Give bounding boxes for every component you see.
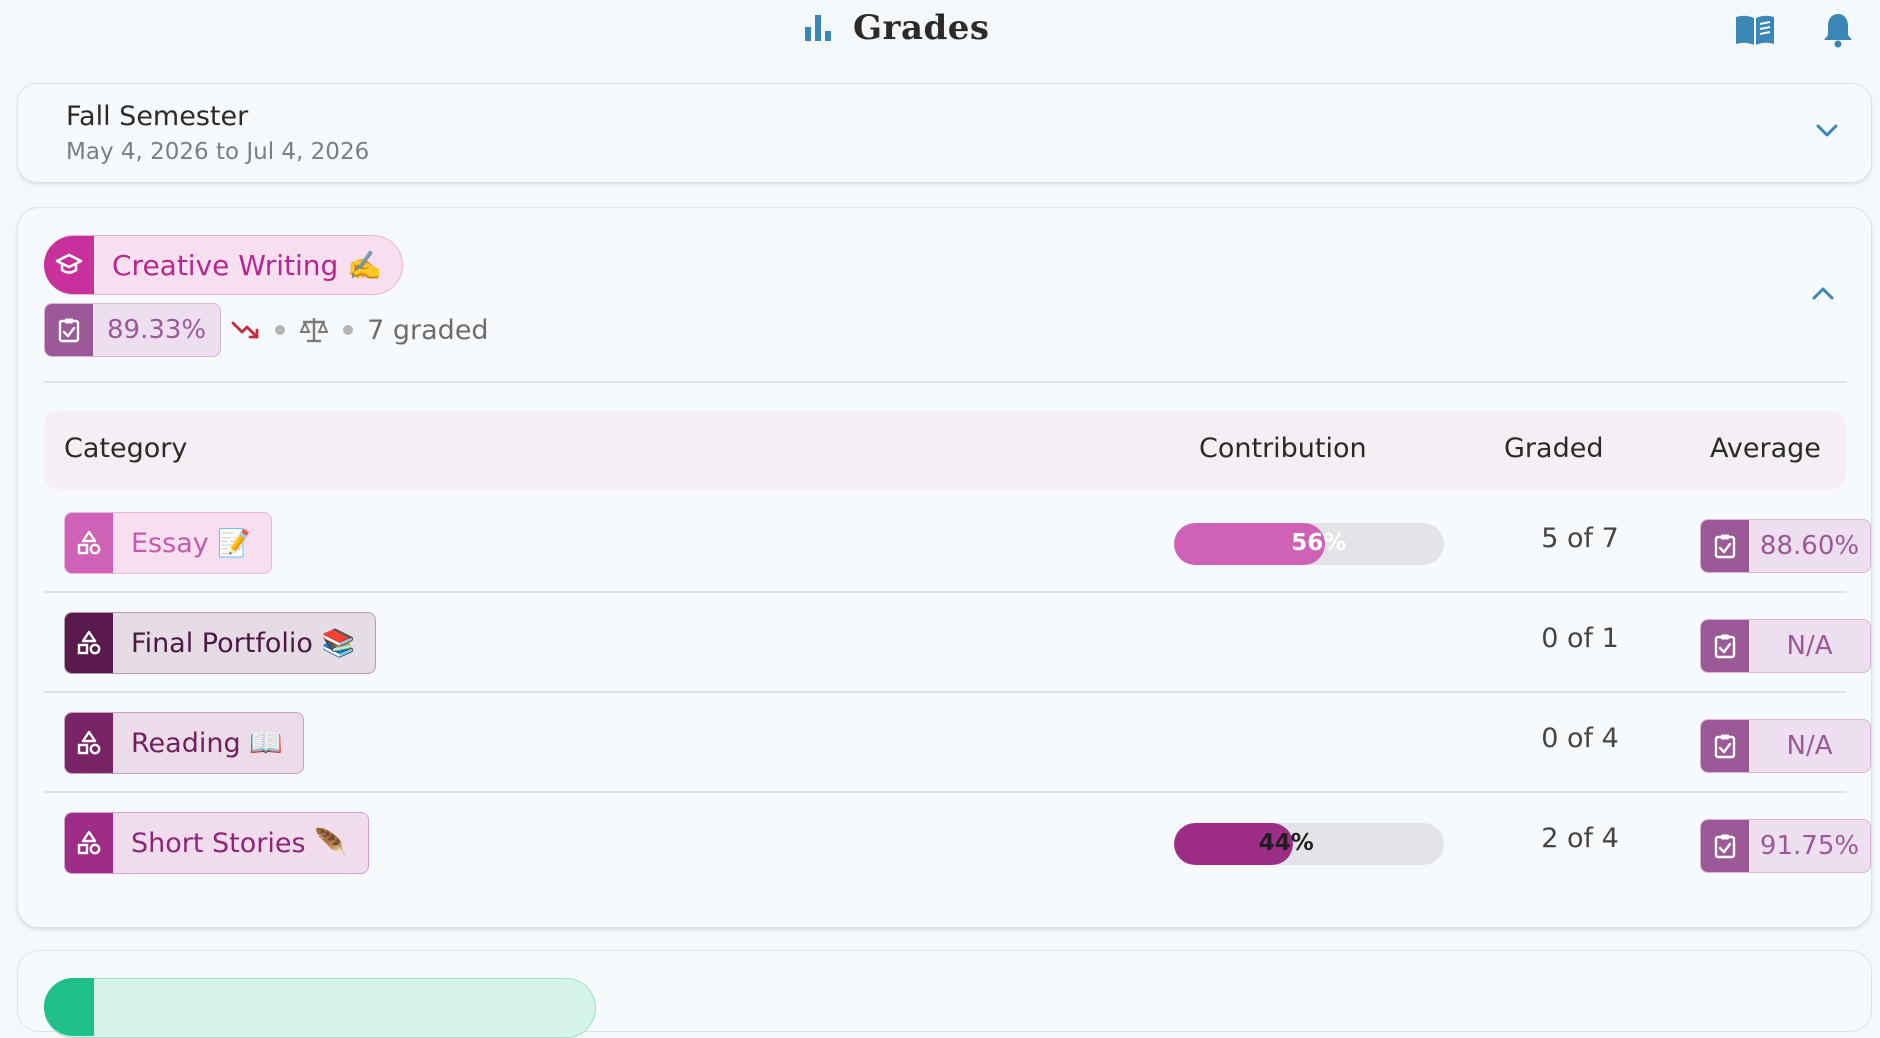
book-icon (1736, 15, 1774, 45)
bar-chart-icon (805, 15, 831, 41)
category-row[interactable]: Final Portfolio 📚 0 of 1 N/A (44, 591, 1871, 691)
category-icon-box (65, 613, 113, 673)
separator-dot (275, 325, 286, 335)
chevron-down-icon[interactable] (1809, 112, 1845, 148)
category-chip[interactable]: Short Stories 🪶 (64, 812, 369, 874)
clipboard-check-icon (1714, 534, 1736, 559)
category-average: 88.60% (1759, 531, 1860, 561)
course-icon-box (44, 236, 94, 294)
shapes-icon (77, 530, 101, 555)
table-header: Category Contribution Graded Average (44, 411, 1846, 489)
header-graded: Graded (1504, 433, 1604, 464)
graded-value: 0 of 4 (1541, 723, 1619, 754)
category-row[interactable]: Short Stories 🪶 44% 2 of 4 91.75% (44, 791, 1871, 891)
course-card: Creative Writing ✍️ 89.33% 7 graded Cate… (17, 207, 1872, 928)
page-title-wrap: Grades (803, 8, 990, 48)
page-title: Grades (853, 8, 990, 48)
category-name: Reading 📖 (131, 728, 283, 759)
app-header: Grades (0, 0, 1880, 62)
category-name: Short Stories 🪶 (131, 828, 348, 859)
category-average-icon-box (1701, 520, 1749, 572)
trending-down-icon (231, 321, 259, 339)
graded-count: 7 graded (367, 314, 489, 346)
contribution-bar: 56% (1174, 523, 1444, 565)
category-average-badge: 91.75% (1700, 819, 1871, 873)
category-average: N/A (1786, 731, 1833, 761)
row-divider (44, 691, 1846, 693)
category-average: N/A (1786, 631, 1833, 661)
category-icon-box (65, 813, 113, 873)
header-average: Average (1710, 433, 1821, 464)
shapes-icon (77, 630, 101, 655)
category-chip[interactable]: Essay 📝 (64, 512, 272, 574)
row-divider (44, 791, 1846, 793)
shapes-icon (77, 730, 101, 755)
category-average-icon-box (1701, 620, 1749, 672)
contribution-label: 44% (1258, 830, 1314, 856)
row-divider (44, 591, 1846, 593)
semester-selector[interactable]: Fall Semester May 4, 2026 to Jul 4, 2026 (17, 83, 1872, 183)
semester-name: Fall Semester (66, 101, 249, 132)
category-average-badge: N/A (1700, 619, 1871, 673)
book-button[interactable] (1733, 10, 1777, 50)
category-row[interactable]: Reading 📖 0 of 4 N/A (44, 691, 1871, 791)
divider (44, 381, 1846, 383)
next-course-card (17, 950, 1872, 1038)
category-chip[interactable]: Final Portfolio 📚 (64, 612, 377, 674)
category-average-badge: 88.60% (1700, 519, 1871, 573)
category-average-icon-box (1701, 820, 1749, 872)
category-chip[interactable]: Reading 📖 (64, 712, 304, 774)
course-stats: 89.33% 7 graded (44, 303, 489, 357)
category-average-icon-box (1701, 720, 1749, 772)
course-average-badge: 89.33% (44, 303, 222, 357)
course-name: Creative Writing ✍️ (112, 248, 383, 282)
header-category: Category (64, 433, 188, 464)
notifications-button[interactable] (1816, 10, 1860, 50)
clipboard-check-icon (1714, 634, 1736, 659)
contribution-bar: 44% (1174, 823, 1444, 865)
graduation-cap-icon (55, 253, 83, 274)
header-contribution: Contribution (1199, 433, 1367, 464)
semester-dates: May 4, 2026 to Jul 4, 2026 (66, 139, 370, 165)
graded-value: 2 of 4 (1541, 823, 1619, 854)
category-icon-box (65, 713, 113, 773)
course-average-icon-box (45, 304, 93, 356)
next-course-chip[interactable] (44, 978, 596, 1038)
bell-icon (1824, 14, 1852, 48)
course-chip[interactable]: Creative Writing ✍️ (44, 235, 404, 295)
category-row[interactable]: Essay 📝 56% 5 of 7 88.60% (44, 491, 1871, 591)
category-name: Essay 📝 (131, 528, 251, 559)
category-icon-box (65, 513, 113, 573)
separator-dot (343, 325, 354, 335)
category-average-badge: N/A (1700, 719, 1871, 773)
graded-value: 0 of 1 (1541, 623, 1619, 654)
category-average: 91.75% (1759, 831, 1860, 861)
category-name: Final Portfolio 📚 (131, 628, 356, 659)
shapes-icon (77, 830, 101, 855)
clipboard-check-icon (1714, 734, 1736, 759)
chevron-up-icon[interactable] (1805, 276, 1841, 312)
clipboard-check-icon (58, 318, 80, 343)
scale-icon (299, 318, 329, 343)
clipboard-check-icon (1714, 834, 1736, 859)
graded-value: 5 of 7 (1541, 523, 1619, 554)
next-course-icon-box (44, 978, 94, 1036)
contribution-label: 56% (1291, 530, 1347, 556)
course-average: 89.33% (107, 315, 207, 345)
